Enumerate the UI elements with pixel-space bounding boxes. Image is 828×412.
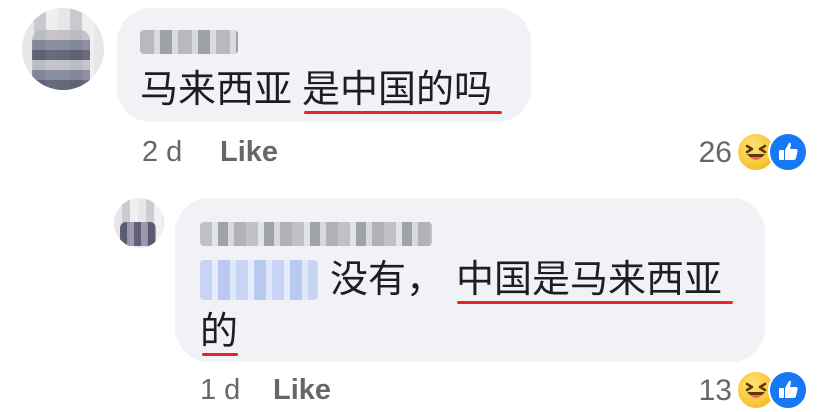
like-button[interactable]: Like (273, 374, 331, 407)
comment-age[interactable]: 2 d (142, 136, 182, 169)
comment-age[interactable]: 1 d (200, 374, 240, 407)
comment-text-underlined: 的 (200, 311, 239, 353)
mention-tag-redacted[interactable] (200, 260, 318, 300)
like-reaction-icon[interactable] (768, 132, 808, 172)
comment-text-underlined: 中国是马来西亚 (456, 259, 723, 301)
reaction-count[interactable]: 26 (690, 136, 732, 170)
comment-text: 马来西亚 (140, 69, 293, 111)
like-reaction-icon[interactable] (768, 370, 808, 410)
comment-text-underlined: 是中国的吗 (302, 69, 493, 111)
commenter-name-redacted[interactable] (200, 222, 432, 246)
red-underline (202, 353, 238, 356)
reaction-count[interactable]: 13 (690, 374, 732, 408)
commenter-name-redacted[interactable] (140, 30, 238, 54)
avatar[interactable] (114, 198, 164, 248)
comment-text: 没有， (330, 259, 445, 301)
red-underline (457, 301, 733, 304)
like-button[interactable]: Like (220, 136, 278, 169)
red-underline (304, 111, 502, 114)
avatar[interactable] (22, 8, 104, 90)
